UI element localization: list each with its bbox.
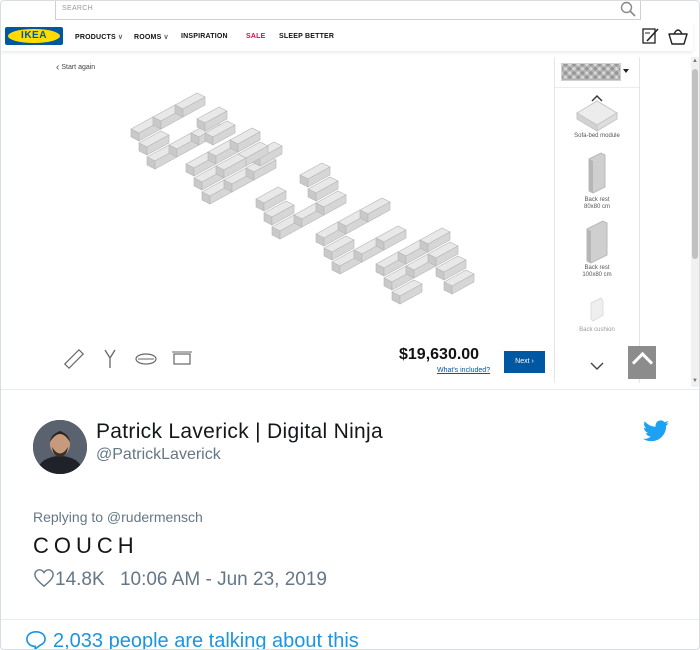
cushion-icon xyxy=(590,297,604,322)
speech-bubble-icon xyxy=(26,630,46,649)
nav-sale[interactable]: SALE xyxy=(246,33,265,40)
chevron-up-icon xyxy=(631,351,654,374)
measure-icon[interactable] xyxy=(61,346,87,372)
sofa-top-view-icon[interactable] xyxy=(133,346,159,372)
nav-rooms[interactable]: ROOMS ∨ xyxy=(134,33,169,41)
module-sofa-bed[interactable]: Sofa-bed module xyxy=(555,93,639,140)
reply-context[interactable]: Replying to @rudermensch xyxy=(33,509,203,525)
ikea-nav-bar: IKEA PRODUCTS ∨ ROOMS ∨ INSPIRATION SALE S… xyxy=(1,21,693,51)
fork-icon[interactable] xyxy=(97,346,123,372)
module-back-rest-80[interactable]: Back rest 80x80 cm xyxy=(555,151,639,211)
twitter-bird-icon[interactable] xyxy=(642,420,670,444)
scroll-up-arrow-icon[interactable]: ▲ xyxy=(692,58,698,64)
fabric-swatch-select[interactable] xyxy=(561,63,621,81)
whats-included-link[interactable]: What's included? xyxy=(437,367,490,374)
tweet-meta: 14.8K 10:06 AM - Jun 23, 2019 xyxy=(33,568,327,591)
scrollbar-thumb[interactable] xyxy=(692,69,698,259)
ikea-search-input[interactable]: SEARCH xyxy=(55,1,641,20)
planner-toolbar xyxy=(61,346,201,372)
scroll-down-arrow-icon[interactable]: ▼ xyxy=(692,378,698,384)
module-back-rest-100[interactable]: Back rest 100x80 cm xyxy=(555,219,639,279)
sofa-3d-preview[interactable] xyxy=(111,89,491,314)
author-name[interactable]: Patrick Laverick | Digital Ninja xyxy=(96,420,383,444)
back-rest-icon xyxy=(586,220,608,264)
dimensions-icon[interactable] xyxy=(169,346,195,372)
tweet-timestamp[interactable]: 10:06 AM - Jun 23, 2019 xyxy=(120,569,327,590)
search-placeholder: SEARCH xyxy=(62,5,93,12)
pencil-list-icon[interactable] xyxy=(641,26,661,46)
nav-inspiration[interactable]: INSPIRATION xyxy=(181,33,228,40)
chevron-up-icon xyxy=(591,95,603,102)
ikea-logo[interactable]: IKEA xyxy=(5,27,63,45)
chevron-down-icon: ∨ xyxy=(163,34,169,41)
conversation-link[interactable]: 2,033 people are talking about this xyxy=(25,630,359,649)
tweet-text: COUCH xyxy=(33,533,139,558)
chevron-left-icon: ‹ xyxy=(56,62,60,73)
back-rest-icon xyxy=(588,152,606,194)
nav-sleep-better[interactable]: SLEEP BETTER xyxy=(279,33,334,40)
module-back-cushion[interactable]: Back cushion xyxy=(555,293,639,334)
tweet-card: SEARCH IKEA PRODUCTS ∨ ROOMS ∨ INSPIRATION… xyxy=(0,0,700,650)
search-icon[interactable] xyxy=(620,1,636,17)
start-again-link[interactable]: ‹ Start again xyxy=(56,62,95,73)
heart-icon xyxy=(34,569,54,588)
author-handle[interactable]: @PatrickLaverick xyxy=(96,446,221,464)
module-picker-panel: Sofa-bed module Back rest 80x80 cm Back … xyxy=(554,57,640,383)
like-button[interactable]: 14.8K xyxy=(33,569,110,590)
chevron-down-icon xyxy=(590,362,604,370)
page-scrollbar[interactable]: ▲ ▼ xyxy=(691,57,699,387)
panel-scroll-down[interactable] xyxy=(555,357,639,377)
tweet-media-ikea-planner[interactable]: SEARCH IKEA PRODUCTS ∨ ROOMS ∨ INSPIRATION… xyxy=(1,1,699,390)
sofa-bed-module-icon xyxy=(576,95,618,132)
shopping-basket-icon[interactable] xyxy=(667,26,689,46)
chevron-down-icon: ∨ xyxy=(117,34,124,41)
next-button[interactable]: Next › xyxy=(504,351,545,373)
avatar[interactable] xyxy=(33,420,87,474)
scroll-to-top-button[interactable] xyxy=(628,346,656,379)
like-count: 14.8K xyxy=(55,569,105,590)
nav-products[interactable]: PRODUCTS ∨ xyxy=(75,33,123,41)
divider xyxy=(1,619,699,620)
total-price: $19,630.00 xyxy=(399,346,480,363)
caret-down-icon[interactable] xyxy=(623,69,629,73)
